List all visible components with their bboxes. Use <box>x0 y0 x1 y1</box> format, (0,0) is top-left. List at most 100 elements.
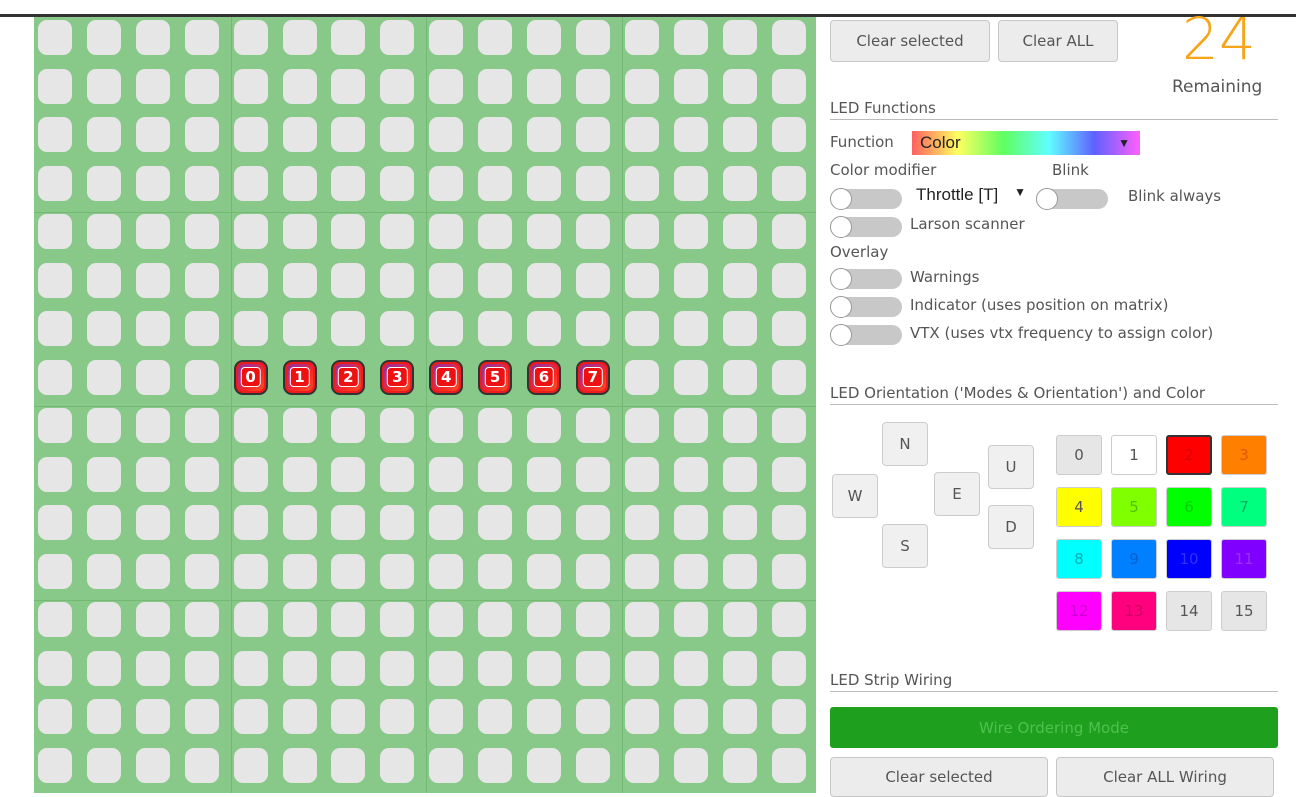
led-cell[interactable] <box>478 117 513 152</box>
led-cell[interactable] <box>135 262 170 298</box>
led-cell[interactable] <box>527 650 561 686</box>
led-cell[interactable] <box>38 699 72 734</box>
color-swatch-button[interactable]: 1 <box>1111 435 1157 475</box>
led-cell[interactable] <box>478 602 513 637</box>
throttle-select[interactable]: Throttle [T] ▼ <box>916 185 1026 205</box>
led-cell[interactable] <box>380 214 415 249</box>
led-cell[interactable] <box>771 117 806 152</box>
led-cell[interactable] <box>282 553 317 589</box>
led-cell[interactable] <box>673 602 708 637</box>
color-swatch-button[interactable]: 14 <box>1166 591 1212 631</box>
direction-east-button[interactable]: E <box>934 472 980 516</box>
led-cell[interactable] <box>673 456 708 492</box>
led-cell[interactable] <box>86 505 121 540</box>
led-cell[interactable] <box>575 165 610 201</box>
led-cell[interactable] <box>86 68 121 104</box>
color-swatch-button[interactable]: 12 <box>1056 591 1102 631</box>
led-cell[interactable] <box>527 214 561 249</box>
led-cell[interactable] <box>135 214 170 249</box>
clear-all-wiring-button[interactable]: Clear ALL Wiring <box>1056 757 1274 797</box>
led-cell[interactable] <box>722 747 757 783</box>
led-cell[interactable] <box>722 699 757 734</box>
led-cell[interactable] <box>184 68 219 104</box>
led-cell[interactable] <box>429 165 464 201</box>
led-cell[interactable] <box>478 456 513 492</box>
led-cell[interactable] <box>527 553 561 589</box>
led-cell[interactable] <box>135 165 170 201</box>
color-swatch-button[interactable]: 6 <box>1166 487 1212 527</box>
led-cell[interactable] <box>184 165 219 201</box>
larson-scanner-toggle[interactable] <box>830 216 902 238</box>
led-cell[interactable] <box>722 602 757 637</box>
led-cell[interactable] <box>478 20 513 55</box>
color-swatch-button[interactable]: 2 <box>1166 435 1212 475</box>
led-cell[interactable] <box>771 553 806 589</box>
led-cell[interactable] <box>527 602 561 637</box>
led-cell[interactable] <box>478 408 513 443</box>
color-swatch-button[interactable]: 15 <box>1221 591 1267 631</box>
led-cell[interactable] <box>673 359 708 395</box>
led-cell[interactable] <box>673 747 708 783</box>
led-cell[interactable] <box>429 68 464 104</box>
led-cell[interactable] <box>673 505 708 540</box>
led-cell[interactable] <box>478 311 513 346</box>
led-cell[interactable] <box>527 20 561 55</box>
led-cell[interactable] <box>331 20 366 55</box>
led-cell[interactable] <box>527 408 561 443</box>
led-cell[interactable] <box>135 359 170 395</box>
led-cell[interactable] <box>575 68 610 104</box>
led-cell[interactable] <box>673 650 708 686</box>
led-cell[interactable] <box>38 650 72 686</box>
led-cell[interactable] <box>86 699 121 734</box>
led-cell[interactable] <box>429 699 464 734</box>
led-cell[interactable] <box>380 602 415 637</box>
led-cell[interactable] <box>722 117 757 152</box>
led-cell[interactable] <box>624 165 659 201</box>
led-cell[interactable] <box>38 262 72 298</box>
led-cell[interactable] <box>429 214 464 249</box>
led-cell[interactable] <box>86 408 121 443</box>
led-cell[interactable] <box>282 699 317 734</box>
led-cell[interactable] <box>282 650 317 686</box>
led-cell[interactable] <box>135 117 170 152</box>
led-cell[interactable] <box>478 553 513 589</box>
vtx-toggle[interactable] <box>830 324 902 346</box>
led-cell[interactable] <box>673 165 708 201</box>
led-cell[interactable] <box>527 117 561 152</box>
led-cell[interactable] <box>282 68 317 104</box>
led-cell[interactable] <box>429 553 464 589</box>
led-cell[interactable] <box>282 456 317 492</box>
led-cell[interactable] <box>331 214 366 249</box>
led-cell[interactable] <box>86 359 121 395</box>
led-cell[interactable] <box>184 214 219 249</box>
led-cell[interactable] <box>380 699 415 734</box>
led-cell[interactable] <box>233 262 268 298</box>
led-cell[interactable] <box>624 699 659 734</box>
led-cell[interactable] <box>331 262 366 298</box>
led-cell[interactable] <box>38 456 72 492</box>
color-swatch-button[interactable]: 5 <box>1111 487 1157 527</box>
led-cell[interactable] <box>380 408 415 443</box>
led-cell[interactable] <box>282 408 317 443</box>
led-cell[interactable] <box>380 505 415 540</box>
led-cell-wired[interactable]: 7 <box>575 359 610 395</box>
led-cell[interactable] <box>478 747 513 783</box>
led-cell[interactable] <box>331 650 366 686</box>
led-cell[interactable] <box>624 359 659 395</box>
led-cell[interactable] <box>135 456 170 492</box>
led-cell[interactable] <box>527 68 561 104</box>
led-cell[interactable] <box>282 602 317 637</box>
led-cell[interactable] <box>331 747 366 783</box>
led-cell[interactable] <box>331 602 366 637</box>
direction-up-button[interactable]: U <box>988 445 1034 489</box>
led-cell[interactable] <box>575 117 610 152</box>
led-cell[interactable] <box>233 117 268 152</box>
blink-toggle[interactable] <box>1036 188 1108 210</box>
led-cell[interactable] <box>478 214 513 249</box>
led-cell[interactable] <box>429 311 464 346</box>
color-swatch-button[interactable]: 9 <box>1111 539 1157 579</box>
led-cell[interactable] <box>722 553 757 589</box>
led-cell[interactable] <box>184 311 219 346</box>
led-cell[interactable] <box>673 20 708 55</box>
led-cell[interactable] <box>331 505 366 540</box>
